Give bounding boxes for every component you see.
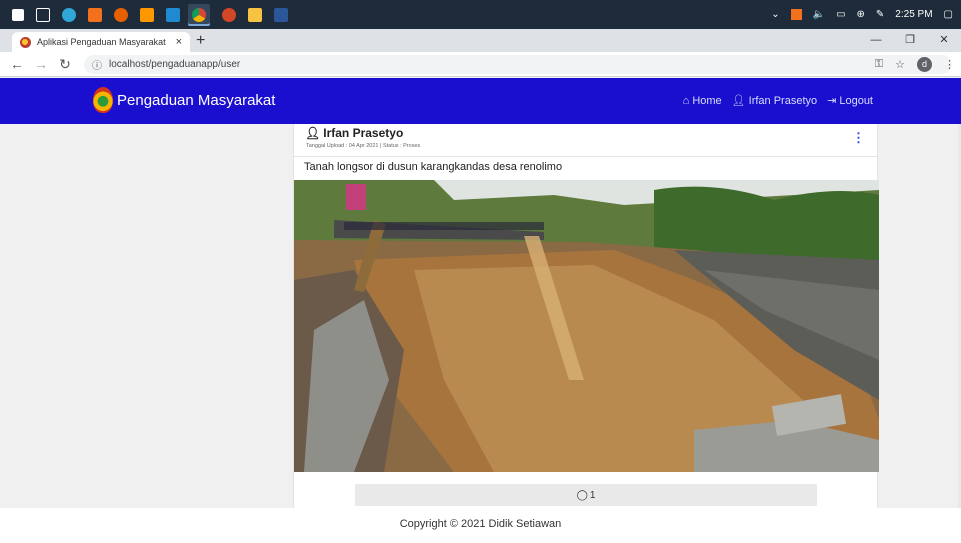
vscode-icon[interactable]: [166, 7, 180, 22]
app-navbar: Pengaduan Masyarakat ⌂ Home 👤︎ Irfan Pra…: [0, 78, 961, 124]
favicon-icon: [20, 36, 31, 48]
nav-user-link[interactable]: 👤︎ Irfan Prasetyo: [731, 94, 818, 108]
brand-title: Pengaduan Masyarakat: [117, 91, 276, 109]
logout-icon: ⇥: [827, 95, 837, 107]
chrome-icon[interactable]: [188, 3, 210, 26]
profile-avatar[interactable]: d: [917, 57, 932, 72]
minimize-icon[interactable]: —: [859, 29, 893, 52]
tab-title: Aplikasi Pengaduan Masyarakat: [37, 37, 166, 47]
network-icon[interactable]: ⊕: [857, 9, 865, 20]
browser-toolbar: ← → ↻ ⓘ localhost/pengaduanapp/user ⚿ ☆ …: [0, 52, 961, 77]
nav-user-label: Irfan Prasetyo: [748, 94, 818, 107]
post-caption: Tanah longsor di dusun karangkandas desa…: [304, 161, 563, 173]
comment-button[interactable]: ◯ 1: [355, 484, 817, 506]
comment-count: 1: [589, 489, 596, 501]
nav-home-link[interactable]: ⌂ Home: [683, 94, 722, 107]
chevron-up-icon[interactable]: ⌄: [771, 9, 779, 20]
back-icon[interactable]: ←: [10, 56, 24, 72]
notification-icon[interactable]: ▢: [944, 9, 953, 20]
address-bar[interactable]: ⓘ localhost/pengaduanapp/user: [84, 55, 952, 74]
post-author: 👤︎ Irfan Prasetyo: [305, 126, 403, 140]
post-header: 👤︎ Irfan Prasetyo Tanggal Upload : 04 Ap…: [294, 124, 877, 157]
nav-logout-link[interactable]: ⇥ Logout: [827, 94, 873, 108]
nav-links: ⌂ Home 👤︎ Irfan Prasetyo ⇥ Logout: [683, 94, 873, 108]
close-window-icon[interactable]: ✕: [927, 29, 961, 52]
brand-logo: [93, 87, 113, 113]
user-icon: 👤︎: [731, 95, 746, 107]
forward-icon[interactable]: →: [34, 56, 48, 72]
user-icon: 👤︎: [305, 126, 321, 140]
edge-icon[interactable]: [62, 7, 76, 22]
window-controls: — ❐ ✕: [859, 29, 961, 52]
task-view-icon[interactable]: [36, 7, 50, 22]
author-name: Irfan Prasetyo: [323, 126, 404, 140]
post-options-icon[interactable]: ⋮: [852, 131, 865, 144]
battery-icon[interactable]: ▭: [836, 9, 845, 20]
volume-icon[interactable]: 🔈: [813, 9, 825, 20]
windows-start-icon[interactable]: [12, 8, 24, 21]
restore-icon[interactable]: ❐: [893, 29, 927, 52]
xampp-tray-icon[interactable]: [790, 9, 802, 20]
bookmark-star-icon[interactable]: ☆: [895, 58, 905, 71]
nav-home-label: Home: [692, 94, 722, 107]
brand[interactable]: Pengaduan Masyarakat: [93, 87, 275, 113]
site-info-icon[interactable]: ⓘ: [92, 57, 102, 72]
reload-icon[interactable]: ↻: [58, 56, 72, 73]
sublime-icon[interactable]: [140, 7, 154, 22]
post-meta: Tanggal Upload : 04 Apr 2021 | Status : …: [306, 143, 421, 149]
copyright-text: Copyright © 2021 Didik Setiawan: [399, 518, 562, 530]
key-icon[interactable]: ⚿: [875, 58, 883, 71]
app-icon[interactable]: [222, 7, 236, 22]
home-icon: ⌂: [682, 94, 690, 107]
chrome-menu-icon[interactable]: ⋮: [944, 58, 955, 71]
pen-icon[interactable]: ✎: [876, 9, 884, 20]
firefox-icon[interactable]: [114, 7, 128, 22]
tab-close-icon[interactable]: ×: [176, 36, 182, 48]
browser-tab[interactable]: Aplikasi Pengaduan Masyarakat ×: [12, 32, 190, 52]
post-card: 👤︎ Irfan Prasetyo Tanggal Upload : 04 Ap…: [293, 124, 879, 508]
new-tab-button[interactable]: +: [196, 33, 205, 49]
browser-tabstrip: Aplikasi Pengaduan Masyarakat × + — ❐ ✕: [0, 29, 961, 52]
nav-logout-label: Logout: [839, 94, 873, 107]
word-icon[interactable]: [274, 7, 288, 22]
url-text[interactable]: localhost/pengaduanapp/user: [109, 59, 240, 70]
post-photo: [294, 180, 879, 472]
comment-icon: ◯: [576, 489, 588, 501]
file-explorer-icon[interactable]: [248, 7, 262, 22]
clock-time[interactable]: 2:25 PM: [895, 9, 932, 20]
xampp-icon[interactable]: [88, 7, 102, 22]
windows-taskbar: ⌄ 🔈 ▭ ⊕ ✎ 2:25 PM ▢: [0, 0, 961, 29]
page-footer: Copyright © 2021 Didik Setiawan: [0, 508, 961, 543]
